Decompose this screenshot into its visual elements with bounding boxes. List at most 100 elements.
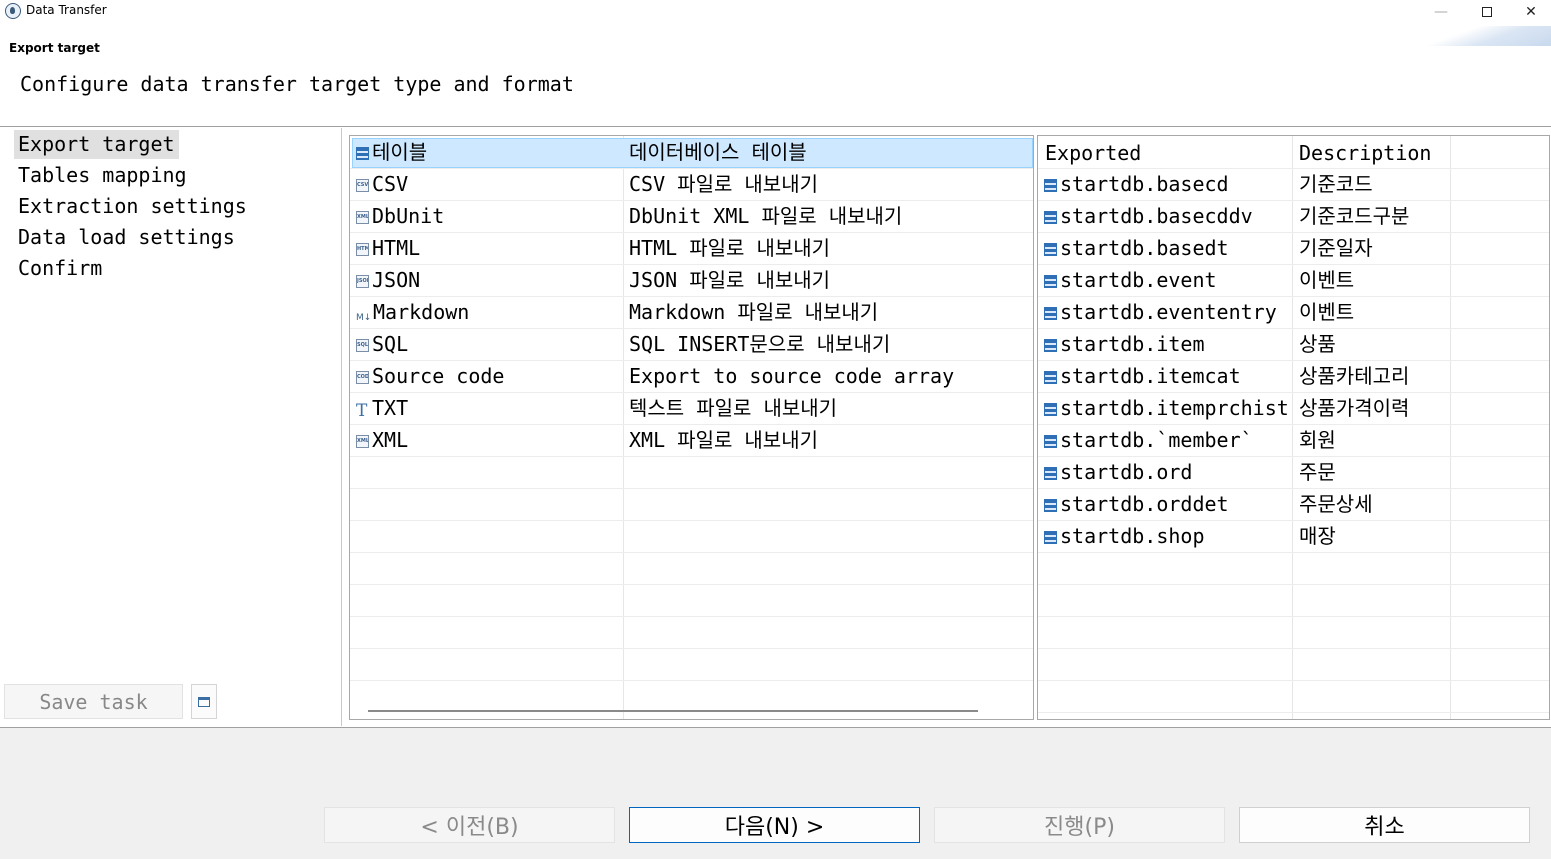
format-row-description[interactable]: Export to source code array xyxy=(629,360,1029,392)
exported-row-name[interactable]: startdb.`member` xyxy=(1040,424,1292,456)
step-data-load-settings[interactable]: Data load settings xyxy=(14,223,239,252)
format-name: JSON xyxy=(372,268,421,292)
exported-table-name: startdb.`member` xyxy=(1060,428,1253,452)
table-icon xyxy=(356,147,369,160)
wizard-steps-panel: Export target Tables mapping Extraction … xyxy=(0,128,342,726)
table-icon xyxy=(1044,403,1057,416)
format-row-name[interactable]: M↓Markdown xyxy=(352,296,622,328)
format-row-name[interactable]: HTMLHTML xyxy=(352,232,622,264)
format-name: 테이블 xyxy=(372,140,428,164)
cancel-button[interactable]: 취소 xyxy=(1239,807,1530,843)
code-file-icon: CODE xyxy=(356,371,369,384)
exported-row-name[interactable]: startdb.event xyxy=(1040,264,1292,296)
step-tables-mapping[interactable]: Tables mapping xyxy=(14,161,191,190)
table-icon xyxy=(1044,531,1057,544)
exported-row-name[interactable]: startdb.itemcat xyxy=(1040,360,1292,392)
row-divider xyxy=(1038,616,1549,617)
step-export-target[interactable]: Export target xyxy=(14,130,179,159)
row-divider xyxy=(1038,648,1549,649)
close-button[interactable]: ✕ xyxy=(1508,0,1551,24)
table-icon xyxy=(1044,467,1057,480)
exported-row-name[interactable]: startdb.orddet xyxy=(1040,488,1292,520)
format-row-name[interactable]: SQL SQL xyxy=(352,328,622,360)
column-divider xyxy=(1450,136,1451,719)
row-divider xyxy=(1038,264,1549,265)
format-row-name[interactable]: XML DbUnit xyxy=(352,200,622,232)
save-task-menu-button[interactable] xyxy=(191,684,217,719)
format-row-name[interactable]: CODESource code xyxy=(352,360,622,392)
table-icon xyxy=(1044,243,1057,256)
exported-row-description[interactable]: 매장 xyxy=(1299,520,1449,552)
exported-table-name: startdb.evententry xyxy=(1060,300,1277,324)
exported-row-name[interactable]: startdb.basedt xyxy=(1040,232,1292,264)
row-divider xyxy=(1038,200,1549,201)
markdown-icon: M↓ xyxy=(356,313,372,323)
table-icon xyxy=(1044,435,1057,448)
export-format-table[interactable]: 테이블 데이터베이스 테이블 CSV CSV CSV 파일로 내보내기 XML DbUnit… xyxy=(349,135,1034,720)
format-row-name[interactable]: 테이블 xyxy=(352,136,622,168)
column-header-description[interactable]: Description xyxy=(1299,137,1431,169)
table-icon xyxy=(1044,339,1057,352)
maximize-button[interactable] xyxy=(1464,0,1510,24)
exported-row-description[interactable]: 상품카테고리 xyxy=(1299,360,1449,392)
exported-row-name[interactable]: startdb.itemprchist xyxy=(1040,392,1292,424)
format-row-description[interactable]: XML 파일로 내보내기 xyxy=(629,424,1029,456)
next-button[interactable]: 다음(N) > xyxy=(629,807,920,843)
row-divider xyxy=(350,232,1033,233)
exported-row-description[interactable]: 기준코드구분 xyxy=(1299,200,1449,232)
exported-row-name[interactable]: startdb.evententry xyxy=(1040,296,1292,328)
step-confirm[interactable]: Confirm xyxy=(14,254,106,283)
row-divider xyxy=(350,264,1033,265)
exported-row-name[interactable]: startdb.basecd xyxy=(1040,168,1292,200)
table-icon xyxy=(1044,275,1057,288)
exported-row-name[interactable]: startdb.ord xyxy=(1040,456,1292,488)
exported-row-description[interactable]: 주문 xyxy=(1299,456,1449,488)
exported-table-name: startdb.basedt xyxy=(1060,236,1229,260)
format-row-description[interactable]: 데이터베이스 테이블 xyxy=(629,136,1029,168)
row-divider xyxy=(1038,456,1549,457)
row-divider xyxy=(350,168,1033,169)
exported-table-name: startdb.basecddv xyxy=(1060,204,1253,228)
wizard-header: Export target Configure data transfer ta… xyxy=(0,26,1551,127)
proceed-button[interactable]: 진행(P) xyxy=(934,807,1225,843)
exported-row-name[interactable]: startdb.shop xyxy=(1040,520,1292,552)
format-row-name[interactable]: JSONJSON xyxy=(352,264,622,296)
horizontal-scrollbar[interactable] xyxy=(368,710,978,712)
format-row-description[interactable]: SQL INSERT문으로 내보내기 xyxy=(629,328,1029,360)
format-row-description[interactable]: Markdown 파일로 내보내기 xyxy=(629,296,1029,328)
exported-row-description[interactable]: 주문상세 xyxy=(1299,488,1449,520)
minimize-button[interactable]: — xyxy=(1418,0,1464,24)
back-button[interactable]: < 이전(B) xyxy=(324,807,615,843)
row-divider xyxy=(350,488,1033,489)
format-row-description[interactable]: JSON 파일로 내보내기 xyxy=(629,264,1029,296)
exported-row-name[interactable]: startdb.basecddv xyxy=(1040,200,1292,232)
exported-table-name: startdb.ord xyxy=(1060,460,1193,484)
format-row-name[interactable]: T TXT xyxy=(352,392,622,424)
format-row-description[interactable]: HTML 파일로 내보내기 xyxy=(629,232,1029,264)
format-row-description[interactable]: CSV 파일로 내보내기 xyxy=(629,168,1029,200)
exported-row-description[interactable]: 이벤트 xyxy=(1299,264,1449,296)
row-divider xyxy=(350,456,1033,457)
step-extraction-settings[interactable]: Extraction settings xyxy=(14,192,251,221)
column-header-exported[interactable]: Exported xyxy=(1045,137,1141,169)
exported-tables-table[interactable]: Exported Description startdb.basecd 기준코드 s… xyxy=(1037,135,1550,720)
exported-row-description[interactable]: 상품 xyxy=(1299,328,1449,360)
row-divider xyxy=(1038,520,1549,521)
format-row-name[interactable]: CSV CSV xyxy=(352,168,622,200)
exported-row-description[interactable]: 상품가격이력 xyxy=(1299,392,1449,424)
exported-row-description[interactable]: 회원 xyxy=(1299,424,1449,456)
exported-row-name[interactable]: startdb.item xyxy=(1040,328,1292,360)
format-row-name[interactable]: XML XML xyxy=(352,424,622,456)
window-title: Data Transfer xyxy=(26,3,107,17)
exported-row-description[interactable]: 기준일자 xyxy=(1299,232,1449,264)
exported-row-description[interactable]: 기준코드 xyxy=(1299,168,1449,200)
format-row-description[interactable]: DbUnit XML 파일로 내보내기 xyxy=(629,200,1029,232)
save-task-button[interactable]: Save task xyxy=(4,684,183,719)
table-icon xyxy=(1044,211,1057,224)
table-icon xyxy=(1044,371,1057,384)
format-name: SQL xyxy=(372,332,409,356)
format-row-description[interactable]: 텍스트 파일로 내보내기 xyxy=(629,392,1029,424)
exported-row-description[interactable]: 이벤트 xyxy=(1299,296,1449,328)
row-divider xyxy=(1038,328,1549,329)
row-divider xyxy=(350,616,1033,617)
